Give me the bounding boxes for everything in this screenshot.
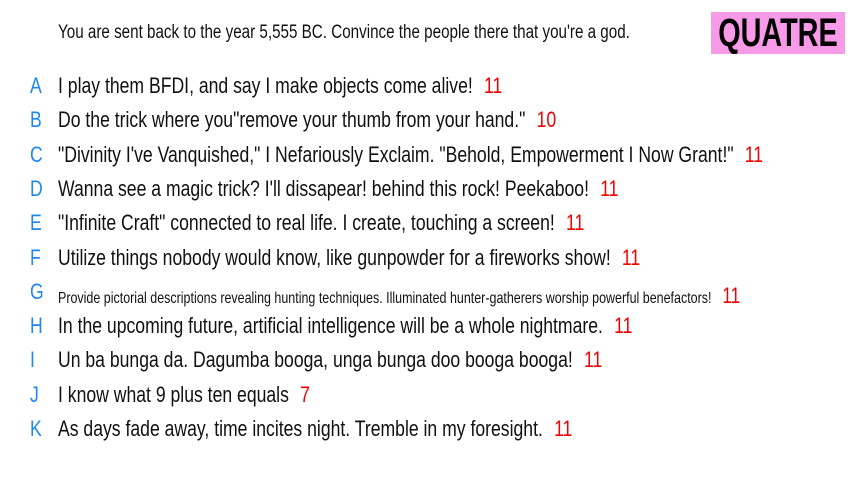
answer-score: 11 bbox=[600, 175, 619, 201]
answer-letter: H bbox=[30, 313, 43, 339]
answer-letter: I bbox=[30, 347, 35, 373]
answer-text: "Infinite Craft" connected to real life.… bbox=[58, 210, 555, 236]
answer-row: H In the upcoming future, artificial int… bbox=[0, 311, 853, 341]
answer-text: Utilize things nobody would know, like g… bbox=[58, 244, 611, 270]
answer-row: D Wanna see a magic trick? I'll dissapea… bbox=[0, 174, 853, 204]
answer-row: E "Infinite Craft" connected to real lif… bbox=[0, 208, 853, 238]
answer-row: C "Divinity I've Vanquished," I Nefariou… bbox=[0, 140, 853, 170]
answer-line: As days fade away, time incites night. T… bbox=[58, 416, 572, 442]
answer-text: Un ba bunga da. Dagumba booga, unga bung… bbox=[58, 347, 573, 373]
answer-text: In the upcoming future, artificial intel… bbox=[58, 313, 603, 339]
answer-line: I play them BFDI, and say I make objects… bbox=[58, 73, 502, 99]
answer-line: "Divinity I've Vanquished," I Nefariousl… bbox=[58, 142, 763, 168]
answer-line: Un ba bunga da. Dagumba booga, unga bung… bbox=[58, 347, 602, 373]
answer-row: A I play them BFDI, and say I make objec… bbox=[0, 71, 853, 101]
answer-text: Provide pictorial descriptions revealing… bbox=[58, 289, 712, 307]
answer-row: G Provide pictorial descriptions reveali… bbox=[0, 277, 853, 309]
answer-line: I know what 9 plus ten equals 7 bbox=[58, 382, 310, 408]
answer-letter: G bbox=[30, 278, 44, 304]
answer-text: "Divinity I've Vanquished," I Nefariousl… bbox=[58, 141, 734, 167]
answer-line: Utilize things nobody would know, like g… bbox=[58, 245, 640, 271]
answer-line: Provide pictorial descriptions revealing… bbox=[58, 283, 740, 309]
answer-score: 11 bbox=[583, 347, 603, 373]
answer-score: 11 bbox=[614, 313, 633, 339]
answer-letter: F bbox=[30, 244, 41, 270]
answer-row: F Utilize things nobody would know, like… bbox=[0, 243, 853, 273]
answer-letter: B bbox=[30, 107, 42, 133]
answer-letter: D bbox=[30, 175, 43, 201]
answer-score: 11 bbox=[483, 73, 503, 98]
answer-row: I Un ba bunga da. Dagumba booga, unga bu… bbox=[0, 345, 853, 375]
answer-score: 11 bbox=[744, 141, 764, 167]
answer-text: Do the trick where you"remove your thumb… bbox=[58, 107, 526, 133]
answer-text: I know what 9 plus ten equals bbox=[58, 381, 289, 407]
answer-score: 10 bbox=[536, 107, 557, 133]
answer-line: Wanna see a magic trick? I'll dissapear!… bbox=[58, 176, 618, 202]
prompt-text: You are sent back to the year 5,555 BC. … bbox=[58, 22, 630, 43]
answer-row: B Do the trick where you"remove your thu… bbox=[0, 105, 853, 135]
answer-letter: J bbox=[30, 381, 39, 407]
player-tag-label: QUATRE bbox=[718, 10, 838, 55]
player-tag: QUATRE bbox=[711, 10, 845, 55]
answer-score: 11 bbox=[621, 244, 641, 270]
answer-letter: C bbox=[30, 141, 43, 167]
answer-line: In the upcoming future, artificial intel… bbox=[58, 313, 632, 339]
answer-text: As days fade away, time incites night. T… bbox=[58, 416, 543, 441]
answer-text: Wanna see a magic trick? I'll dissapear!… bbox=[58, 175, 589, 201]
answer-letter: A bbox=[30, 73, 42, 98]
answer-letter: E bbox=[30, 210, 42, 236]
answer-text: I play them BFDI, and say I make objects… bbox=[58, 73, 473, 98]
answer-line: Do the trick where you"remove your thumb… bbox=[58, 107, 556, 133]
answer-score: 11 bbox=[722, 282, 741, 308]
answer-score: 11 bbox=[565, 210, 585, 236]
answer-letter: K bbox=[30, 416, 42, 441]
answer-score: 7 bbox=[300, 381, 310, 407]
answer-row: J I know what 9 plus ten equals 7 bbox=[0, 380, 853, 410]
answer-row: K As days fade away, time incites night.… bbox=[0, 414, 853, 444]
answer-line: "Infinite Craft" connected to real life.… bbox=[58, 210, 584, 236]
answer-score: 11 bbox=[554, 416, 573, 441]
